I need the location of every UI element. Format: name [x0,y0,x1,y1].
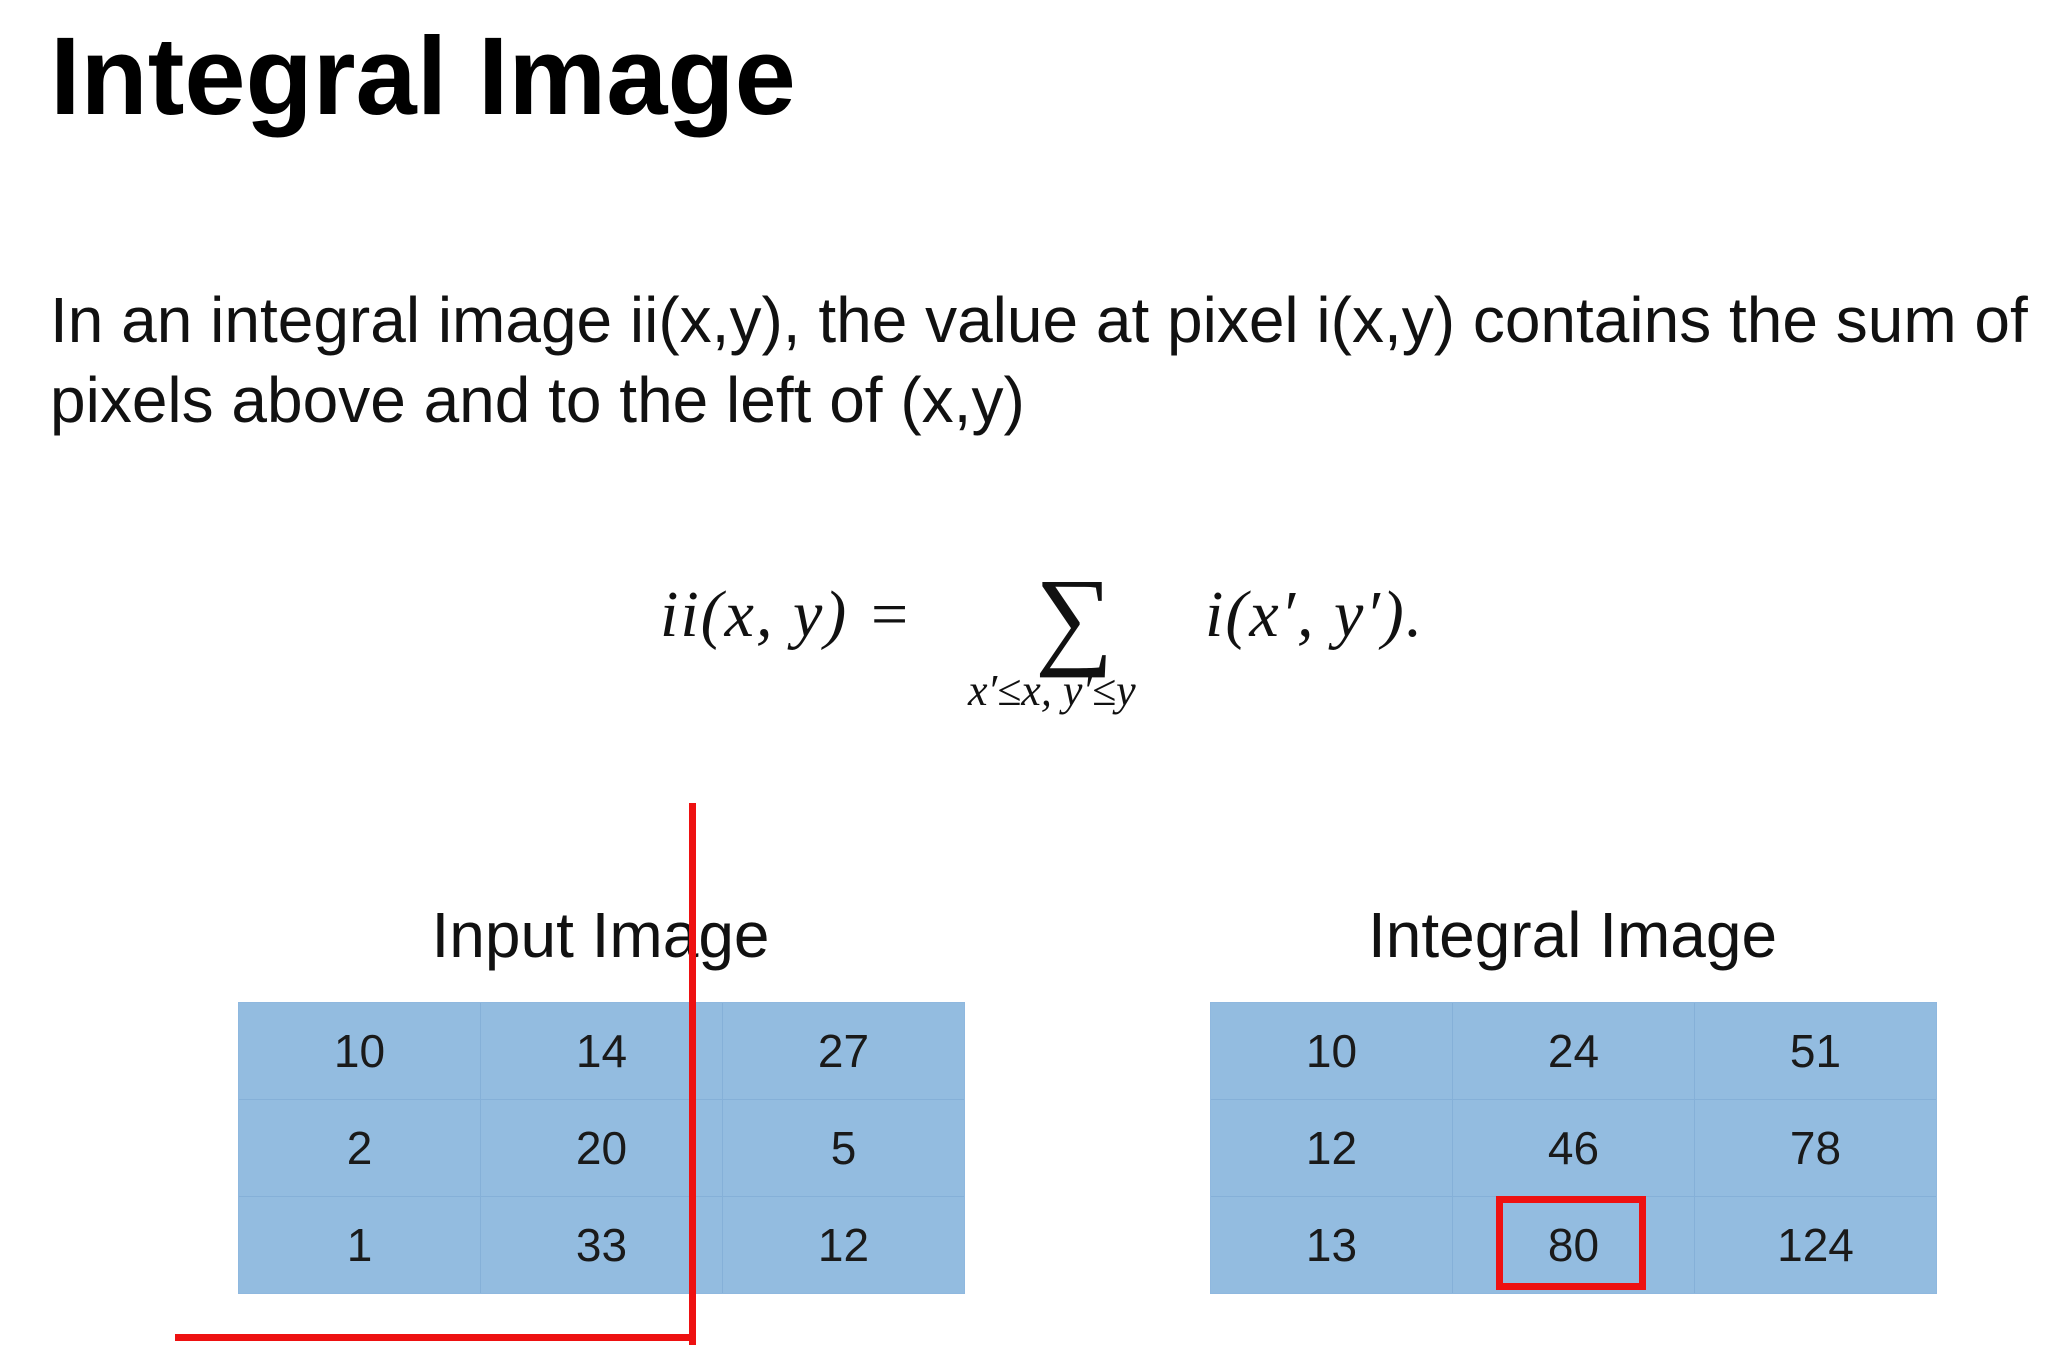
input-image-grid: 10 14 27 2 20 5 1 33 12 [238,1002,965,1294]
formula-lhs: ii(x, y) = [660,578,914,651]
slide-title: Integral Image [50,15,796,138]
formula-rhs: i(x′, y′). [1205,578,1425,651]
red-horizontal-annotation-line [175,1334,696,1341]
input-image-label: Input Image [431,899,770,971]
integral-image-label: Integral Image [1367,899,1778,971]
input-cell: 1 [239,1197,480,1293]
integral-cell: 13 [1211,1197,1452,1293]
input-cell: 20 [481,1100,722,1196]
input-cell: 14 [481,1003,722,1099]
integral-cell: 78 [1695,1100,1936,1196]
integral-formula: ii(x, y) = ∑ x′≤x, y′≤y i(x′, y′). [650,557,1470,755]
input-cell: 27 [723,1003,964,1099]
input-cell: 12 [723,1197,964,1293]
input-cell: 5 [723,1100,964,1196]
input-cell: 10 [239,1003,480,1099]
formula-limits: x′≤x, y′≤y [968,666,1136,715]
integral-cell: 46 [1453,1100,1694,1196]
description-text: In an integral image ii(x,y), the value … [50,284,2028,436]
integral-cell: 124 [1695,1197,1936,1293]
red-highlight-box [1496,1196,1646,1290]
input-cell: 2 [239,1100,480,1196]
sigma-symbol: ∑ [1035,556,1114,678]
integral-cell: 10 [1211,1003,1452,1099]
integral-cell: 24 [1453,1003,1694,1099]
input-cell: 33 [481,1197,722,1293]
red-vertical-annotation-line [689,803,696,1345]
integral-cell: 12 [1211,1100,1452,1196]
integral-cell: 51 [1695,1003,1936,1099]
